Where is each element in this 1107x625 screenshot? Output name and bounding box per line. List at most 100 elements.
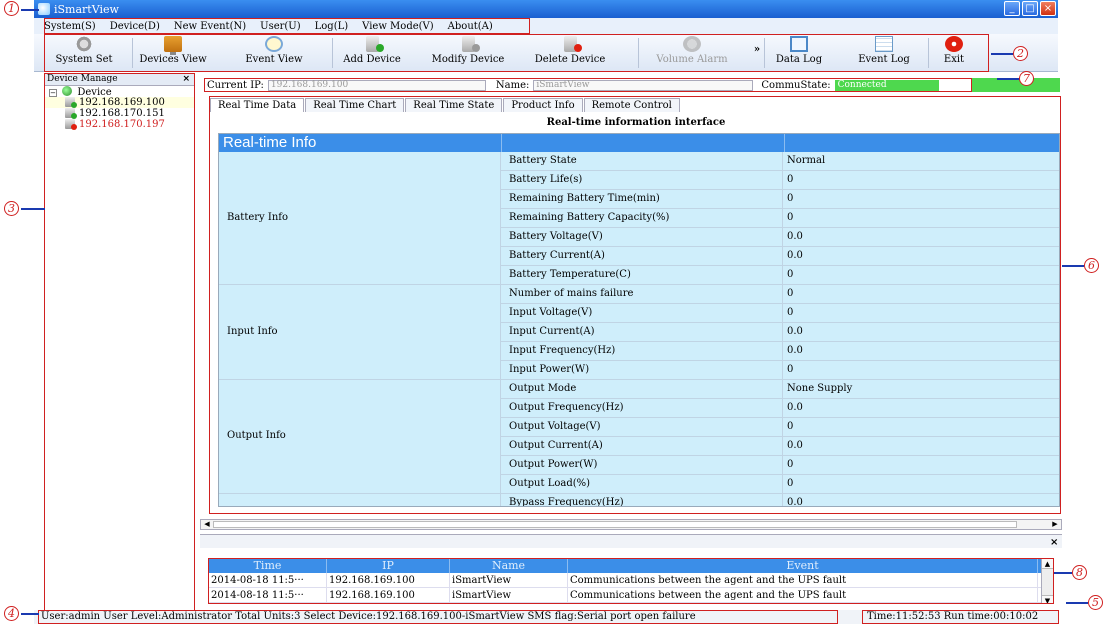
event-list-header: Time IP Name Event xyxy=(209,559,1053,573)
device-icon xyxy=(65,108,77,119)
vertical-scrollbar[interactable]: ▲ ▼ xyxy=(1041,559,1053,603)
tab-bar: Real Time Data Real Time Chart Real Time… xyxy=(210,98,681,112)
parameter-label: Remaining Battery Capacity(%) xyxy=(501,209,783,227)
event-ip: 192.168.169.100 xyxy=(327,588,450,602)
parameter-label: Output Mode xyxy=(501,380,783,398)
parameter-label: Input Power(W) xyxy=(501,361,783,379)
device-error-icon xyxy=(65,119,77,130)
parameter-label: Battery Life(s) xyxy=(501,171,783,189)
tree-item-label: 192.168.169.100 xyxy=(79,97,165,108)
realtime-grid: Real-time Info Battery State Normal Batter… xyxy=(218,133,1060,507)
parameter-value: 0.0 xyxy=(783,323,1059,341)
parameter-label: Output Voltage(V) xyxy=(501,418,783,436)
status-info: User:admin User Level:Administrator Tota… xyxy=(38,610,838,624)
close-icon[interactable]: × xyxy=(182,74,190,85)
status-time: Time:11:52:53 Run time:00:10:02 xyxy=(862,610,1059,624)
tab-real-time-state[interactable]: Real Time State xyxy=(405,98,503,112)
tab-real-time-chart[interactable]: Real Time Chart xyxy=(305,98,405,112)
event-name: iSmartView xyxy=(450,588,568,602)
column-name[interactable]: Name xyxy=(450,559,568,573)
column-ip[interactable]: IP xyxy=(327,559,450,573)
callout-3: 3 xyxy=(4,201,45,216)
parameter-value: 0.0 xyxy=(783,247,1059,265)
event-ip: 192.168.169.100 xyxy=(327,573,450,587)
event-description: Communications between the agent and the… xyxy=(568,573,1038,587)
parameter-label: Number of mains failure xyxy=(501,285,783,303)
parameter-label: Input Current(A) xyxy=(501,323,783,341)
scroll-left-icon[interactable]: ◀ xyxy=(202,520,212,529)
callout-1: 1 xyxy=(4,1,39,16)
maximize-button[interactable]: □ xyxy=(1022,1,1038,16)
callout-7: 7 xyxy=(997,71,1034,86)
close-button[interactable]: × xyxy=(1040,1,1056,16)
callout-2: 2 xyxy=(991,46,1028,61)
parameter-value: Normal xyxy=(783,152,1059,170)
commu-state-label: CommuState: xyxy=(761,79,831,91)
horizontal-scrollbar[interactable]: ◀ ▶ xyxy=(200,519,1062,530)
group-merged-cell xyxy=(219,494,501,506)
callout-6: 6 xyxy=(1062,258,1099,273)
parameter-value: 0 xyxy=(783,209,1059,227)
tree-item-label: 192.168.170.151 xyxy=(79,108,165,119)
parameter-value: 0 xyxy=(783,285,1059,303)
menu-highlight-box xyxy=(44,18,530,34)
close-event-panel-icon[interactable]: × xyxy=(1050,537,1058,548)
parameter-value: 0 xyxy=(783,266,1059,284)
scroll-up-icon[interactable]: ▲ xyxy=(1042,559,1053,569)
tab-real-time-data[interactable]: Real Time Data xyxy=(210,98,305,112)
group-label: Input Info xyxy=(227,325,278,337)
tab-remote-control[interactable]: Remote Control xyxy=(583,98,680,112)
parameter-value: 0 xyxy=(783,456,1059,474)
commu-state-field: Connected xyxy=(834,79,939,91)
toolbar-highlight-box xyxy=(44,34,989,72)
group-merged-cell: Input Info xyxy=(219,285,501,380)
globe-icon xyxy=(62,86,73,96)
minimize-button[interactable]: _ xyxy=(1004,1,1020,16)
parameter-label: Output Frequency(Hz) xyxy=(501,399,783,417)
tree-item-device-1[interactable]: 192.168.169.100 xyxy=(45,97,194,108)
tree-root-device[interactable]: − Device xyxy=(45,86,194,98)
parameter-value: 0 xyxy=(783,304,1059,322)
realtime-panel: Real Time Data Real Time Chart Real Time… xyxy=(209,96,1061,514)
device-manage-title: Device Manage xyxy=(47,74,118,84)
parameter-value: 0.0 xyxy=(783,437,1059,455)
window-title: iSmartView xyxy=(54,2,119,16)
tab-product-info[interactable]: Product Info xyxy=(503,98,583,112)
column-time[interactable]: Time xyxy=(209,559,327,573)
parameter-value: 0.0 xyxy=(783,342,1059,360)
parameter-label: Battery Temperature(C) xyxy=(501,266,783,284)
group-label: Battery Info xyxy=(227,211,288,223)
event-list-panel: Time IP Name Event 2014-08-18 11:5··· 19… xyxy=(208,558,1054,604)
column-event[interactable]: Event xyxy=(568,559,1038,573)
table-row[interactable]: 2014-08-18 11:5··· 192.168.169.100 iSmar… xyxy=(209,588,1053,603)
parameter-value: 0.0 xyxy=(783,494,1059,506)
collapse-icon[interactable]: − xyxy=(49,89,57,97)
parameter-label: Output Load(%) xyxy=(501,475,783,493)
device-info-bar: Current IP: 192.168.169.100 Name: iSmart… xyxy=(204,78,972,92)
group-label: Output Info xyxy=(227,430,286,441)
scroll-down-icon[interactable]: ▼ xyxy=(1042,595,1053,603)
realtime-title: Real-time information interface xyxy=(546,117,726,128)
group-merged-cell: Battery Info xyxy=(219,152,501,285)
table-row[interactable]: 2014-08-18 11:5··· 192.168.169.100 iSmar… xyxy=(209,573,1053,588)
scroll-thumb[interactable] xyxy=(213,521,1017,528)
parameter-value: 0 xyxy=(783,171,1059,189)
parameter-label: Input Voltage(V) xyxy=(501,304,783,322)
tree-item-device-3[interactable]: 192.168.170.197 xyxy=(45,119,194,130)
device-icon xyxy=(65,97,77,108)
device-manage-panel: Device Manage × − Device 192.168.169.100… xyxy=(44,73,195,623)
parameter-label: Battery Current(A) xyxy=(501,247,783,265)
parameter-value: 0 xyxy=(783,361,1059,379)
callout-4: 4 xyxy=(4,606,39,621)
parameter-label: Output Power(W) xyxy=(501,456,783,474)
window-controls: _ □ × xyxy=(1004,1,1056,16)
parameter-label: Bypass Frequency(Hz) xyxy=(501,494,783,506)
current-ip-label: Current IP: xyxy=(207,79,264,91)
event-name: iSmartView xyxy=(450,573,568,587)
parameter-label: Output Current(A) xyxy=(501,437,783,455)
scroll-right-icon[interactable]: ▶ xyxy=(1050,520,1060,529)
group-merged-cell: Output Info xyxy=(219,380,501,494)
tree-item-device-2[interactable]: 192.168.170.151 xyxy=(45,108,194,119)
event-time: 2014-08-18 11:5··· xyxy=(209,588,327,602)
parameter-value: 0 xyxy=(783,475,1059,493)
